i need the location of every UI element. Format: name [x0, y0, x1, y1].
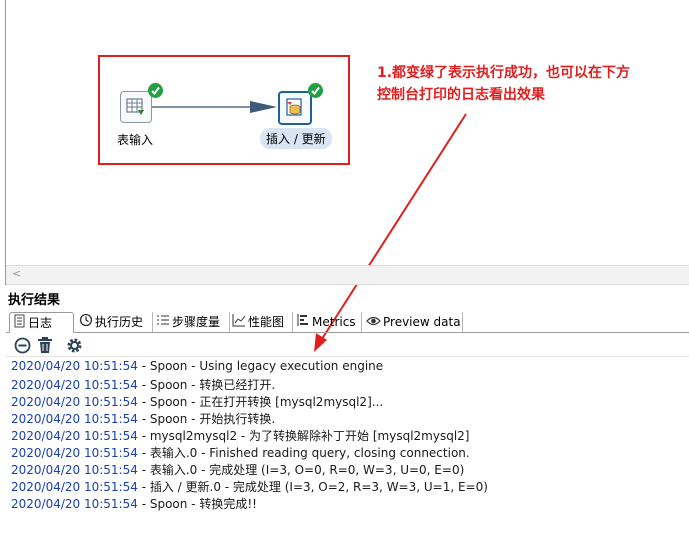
log-timestamp: 2020/04/20 10:51:54: [11, 429, 138, 443]
trash-icon[interactable]: [37, 337, 53, 358]
log-toolbar: [6, 334, 689, 356]
tab-label: Metrics: [312, 315, 356, 329]
step-metrics-icon: [156, 313, 170, 333]
log-message: - Spoon - Using legacy execution engine: [137, 359, 384, 373]
log-timestamp: 2020/04/20 10:51:54: [11, 497, 138, 511]
metrics-icon: [296, 313, 310, 333]
tab-preview-data[interactable]: Preview data: [363, 312, 463, 332]
log-line: 2020/04/20 10:51:54 - 表输入.0 - Finished r…: [11, 444, 470, 461]
tab-label: Preview data: [383, 315, 461, 329]
log-timestamp: 2020/04/20 10:51:54: [11, 359, 138, 373]
log-line: 2020/04/20 10:51:54 - Spoon - Using lega…: [11, 359, 383, 373]
log-line: 2020/04/20 10:51:54 - Spoon - 转换完成!!: [11, 495, 257, 512]
eye-icon: [366, 313, 381, 333]
log-message: - Spoon - 正在打开转换 [mysql2mysql2]...: [137, 395, 384, 409]
log-timestamp: 2020/04/20 10:51:54: [11, 395, 138, 409]
log-timestamp: 2020/04/20 10:51:54: [11, 463, 138, 477]
history-icon: [79, 313, 93, 333]
log-message: - mysql2mysql2 - 为了转换解除补丁开始 [mysql2mysql…: [137, 429, 470, 443]
log-timestamp: 2020/04/20 10:51:54: [11, 378, 138, 392]
log-line: 2020/04/20 10:51:54 - 插入 / 更新.0 - 完成处理 (…: [11, 478, 488, 495]
tab-history[interactable]: 执行历史: [76, 312, 153, 332]
performance-chart-icon: [232, 313, 246, 333]
log-timestamp: 2020/04/20 10:51:54: [11, 480, 138, 494]
log-message: - 表输入.0 - 完成处理 (I=3, O=0, R=0, W=3, U=0,…: [137, 463, 465, 477]
tab-step-metrics[interactable]: 步骤度量: [153, 312, 230, 332]
log-icon: [13, 314, 26, 334]
log-message: - 表输入.0 - Finished reading query, closin…: [137, 446, 470, 460]
tab-metrics[interactable]: Metrics: [293, 312, 362, 332]
log-line: 2020/04/20 10:51:54 - 表输入.0 - 完成处理 (I=3,…: [11, 461, 464, 478]
tab-performance-chart[interactable]: 性能图: [229, 312, 293, 332]
tab-log[interactable]: 日志: [9, 312, 74, 333]
log-message: - 插入 / 更新.0 - 完成处理 (I=3, O=2, R=3, W=3, …: [137, 480, 488, 494]
tab-label: 执行历史: [95, 315, 144, 329]
scroll-left-icon[interactable]: <: [12, 267, 21, 280]
log-message: - Spoon - 开始执行转换.: [137, 412, 276, 426]
tab-label: 日志: [28, 316, 53, 330]
tab-label: 性能图: [248, 315, 285, 329]
canvas-horizontal-scrollbar[interactable]: <: [6, 265, 689, 285]
log-line: 2020/04/20 10:51:54 - mysql2mysql2 - 为了转…: [11, 427, 470, 444]
log-timestamp: 2020/04/20 10:51:54: [11, 412, 138, 426]
log-line: 2020/04/20 10:51:54 - Spoon - 正在打开转换 [my…: [11, 393, 383, 410]
log-message: - Spoon - 转换已经打开.: [137, 378, 276, 392]
log-timestamp: 2020/04/20 10:51:54: [11, 446, 138, 460]
stop-icon[interactable]: [14, 337, 31, 358]
log-output[interactable]: 2020/04/20 10:51:54 - Spoon - Using lega…: [6, 356, 689, 544]
settings-icon[interactable]: [66, 337, 83, 358]
log-line: 2020/04/20 10:51:54 - Spoon - 开始执行转换.: [11, 410, 275, 427]
log-message: - Spoon - 转换完成!!: [137, 497, 257, 511]
result-tabs: 日志 执行历史 步骤度量 性能图 Metrics Preview data: [6, 312, 689, 333]
log-line: 2020/04/20 10:51:54 - Spoon - 转换已经打开.: [11, 376, 275, 393]
panel-title: 执行结果: [8, 293, 61, 308]
tab-label: 步骤度量: [172, 315, 221, 329]
